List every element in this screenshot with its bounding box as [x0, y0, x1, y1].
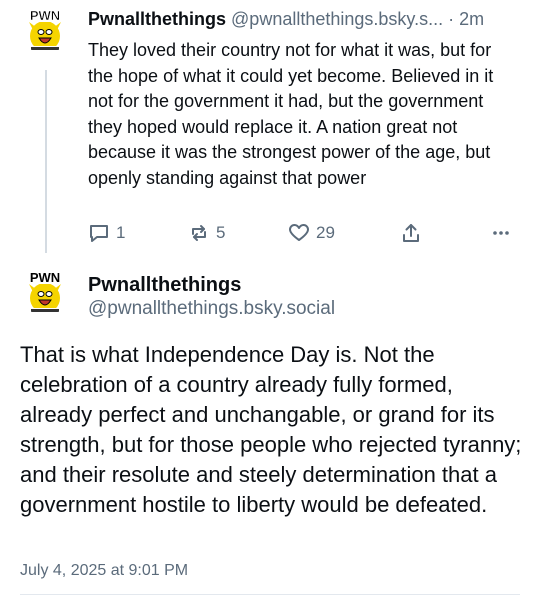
svg-text:PWN: PWN [30, 270, 60, 285]
svg-text:PWN: PWN [30, 8, 60, 23]
author-display-name[interactable]: Pwnallthethings [88, 272, 241, 298]
repost-button[interactable]: 5 [188, 220, 225, 246]
avatar[interactable]: PWN [21, 6, 69, 54]
post-body-text: That is what Independence Day is. Not th… [20, 342, 522, 517]
share-upload-icon [403, 224, 419, 242]
post-time[interactable]: 2m [459, 9, 484, 29]
more-options-button[interactable] [490, 220, 512, 246]
share-button[interactable] [400, 220, 422, 246]
like-count: 29 [316, 223, 335, 242]
post-actions-bar: 1 5 29 [88, 220, 518, 246]
reply-button[interactable]: 1 [88, 220, 125, 246]
ellipsis-icon [493, 231, 509, 235]
separator-dot: · [448, 9, 455, 29]
author-display-name[interactable]: Pwnallthethings [88, 9, 226, 29]
author-handle[interactable]: @pwnallthethings.bsky.s... [231, 9, 443, 29]
repost-count: 5 [216, 223, 226, 242]
post-timestamp[interactable]: July 4, 2025 at 9:01 PM [20, 560, 188, 582]
author-handle[interactable]: @pwnallthethings.bsky.social [88, 296, 335, 322]
post-header: Pwnallthethings @pwnallthethings.bsky.s.… [88, 6, 528, 32]
heart-icon [289, 224, 309, 241]
repost-arrows-icon [192, 225, 206, 241]
pwn-meme-avatar-icon: PWN [21, 6, 69, 54]
avatar[interactable]: PWN [21, 268, 69, 316]
pwn-meme-avatar-icon: PWN [21, 268, 69, 316]
reply-count: 1 [116, 223, 126, 242]
post-body-text: They loved their country not for what it… [88, 40, 499, 188]
speech-bubble-icon [90, 225, 108, 242]
divider [20, 594, 520, 595]
like-button[interactable]: 29 [288, 220, 335, 246]
thread-connector-line [45, 70, 47, 253]
